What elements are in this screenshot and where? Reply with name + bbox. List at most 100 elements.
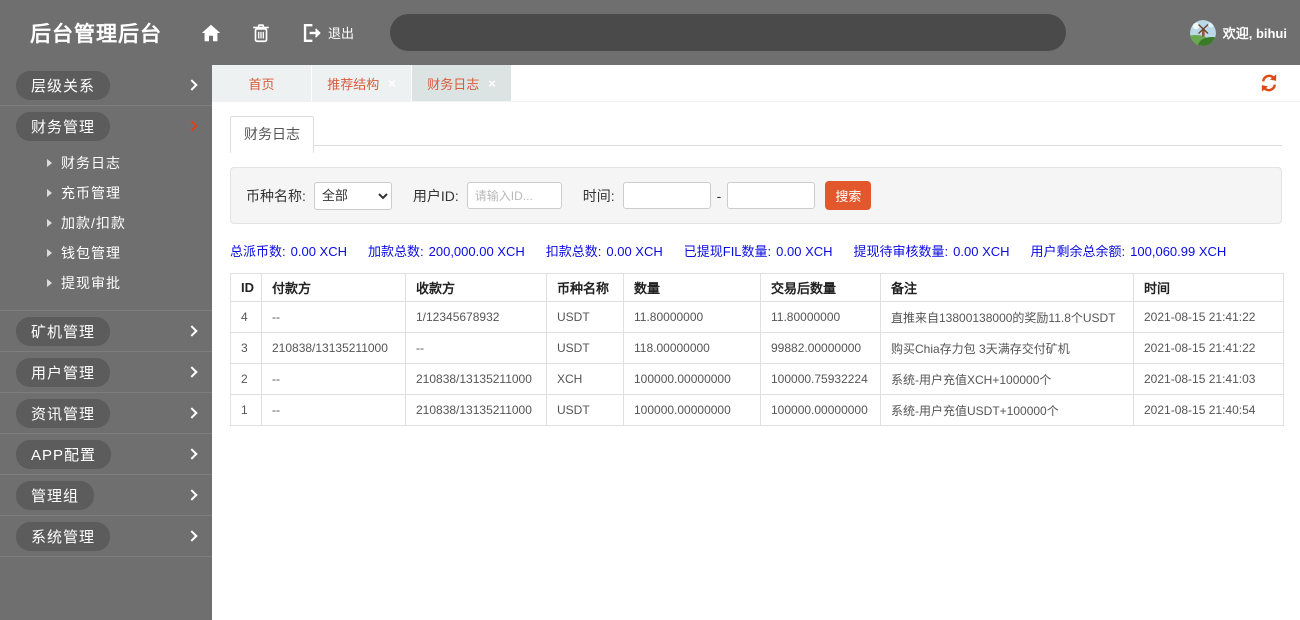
table-row: 2 -- 210838/13135211000 XCH 100000.00000000 1… xyxy=(230,363,1284,395)
column-header: 币种名称 xyxy=(546,273,624,302)
coin-select[interactable]: 全部 xyxy=(313,181,392,210)
table-header-row: ID 付款方 收款方 币种名称 数量 交易后数量 备注 时间 xyxy=(230,273,1284,302)
summary-value: 200,000.00 XCH xyxy=(428,244,525,259)
table-cell: 100000.00000000 xyxy=(623,394,761,426)
logout-label: 退出 xyxy=(328,26,355,41)
table-cell: 3 xyxy=(230,332,262,364)
sidebar-section-news: 资讯管理 xyxy=(0,393,212,434)
inner-tab-bar: 财务日志 xyxy=(230,115,1282,153)
table-cell: 118.00000000 xyxy=(623,332,761,364)
sidebar-item-label: 用户管理 xyxy=(16,357,111,387)
user-id-label: 用户ID: xyxy=(412,187,459,204)
close-tab-icon[interactable]: × xyxy=(388,77,396,90)
refresh-icon[interactable] xyxy=(1259,73,1279,93)
table-cell: 11.80000000 xyxy=(760,301,881,333)
table-cell: 2021-08-15 21:41:22 xyxy=(1133,332,1284,364)
sidebar-subitem-withdraw-approve[interactable]: 提现审批 xyxy=(0,268,212,298)
main-area: 首页 推荐结构 × 财务日志 × 财务日志 币种名称: 全部 用户ID: 请输入… xyxy=(212,65,1300,620)
tab-home[interactable]: 首页 xyxy=(212,65,311,101)
chevron-right-icon xyxy=(186,407,198,419)
summary-stat: 扣款总数: 0.00 XCH xyxy=(546,241,663,260)
sidebar-item-system[interactable]: 系统管理 xyxy=(0,516,212,556)
sidebar-section-finance: 财务管理财务日志充币管理加款/扣款钱包管理 提现审批 xyxy=(0,106,212,311)
sidebar: 层级关系财务管理财务日志充币管理加款/扣款钱包管理 提现审批矿机管理用户管理资讯管… xyxy=(0,65,212,620)
sidebar-item-app-config[interactable]: APP配置 xyxy=(0,434,212,474)
chevron-right-icon xyxy=(186,448,198,460)
column-header: 收款方 xyxy=(405,273,547,302)
summary-stat: 总派币数: 0.00 XCH xyxy=(230,241,347,260)
column-header: 交易后数量 xyxy=(760,273,881,302)
logout-button[interactable]: 退出 xyxy=(300,22,354,44)
table-cell: USDT xyxy=(546,301,624,333)
tab-label: 首页 xyxy=(248,76,275,92)
table-row: 3 210838/13135211000 -- USDT 118.00000000 998… xyxy=(230,332,1284,364)
column-header: 数量 xyxy=(623,273,761,302)
summary-value: 0.00 XCH xyxy=(290,244,347,259)
sidebar-item-user[interactable]: 用户管理 xyxy=(0,352,212,392)
sidebar-item-label: 系统管理 xyxy=(16,521,111,551)
topbar-search-input[interactable] xyxy=(390,14,1067,51)
table-cell: 100000.00000000 xyxy=(760,394,881,426)
table-cell: 210838/13135211000 xyxy=(405,394,547,426)
sidebar-subitem-deposit-coin[interactable]: 充币管理 xyxy=(0,178,212,208)
coin-name-label: 币种名称: xyxy=(246,187,306,204)
sidebar-subitem-label: 加款/扣款 xyxy=(61,215,126,231)
table-cell: XCH xyxy=(546,363,624,395)
sidebar-subitem-label: 充币管理 xyxy=(61,185,121,201)
summary-label: 提现待审核数量: xyxy=(853,244,949,259)
chevron-right-icon xyxy=(186,120,198,132)
column-header: 时间 xyxy=(1133,273,1284,302)
trash-icon[interactable] xyxy=(250,22,272,44)
sidebar-subitem-wallet[interactable]: 钱包管理 xyxy=(0,238,212,268)
tab-finance-log[interactable]: 财务日志 × xyxy=(412,65,511,101)
sidebar-section-app-config: APP配置 xyxy=(0,434,212,475)
app-title: 后台管理后台 xyxy=(30,22,162,46)
summary-label: 用户剩余总余额: xyxy=(1030,244,1126,259)
chevron-right-icon xyxy=(186,366,198,378)
column-header: 付款方 xyxy=(261,273,406,302)
summary-value: 0.00 XCH xyxy=(776,244,833,259)
caret-right-icon xyxy=(47,249,52,257)
time-label: 时间: xyxy=(582,187,615,204)
close-tab-icon[interactable]: × xyxy=(488,77,496,90)
sidebar-item-news[interactable]: 资讯管理 xyxy=(0,393,212,433)
sidebar-item-admin-group[interactable]: 管理组 xyxy=(0,475,212,515)
time-end-input[interactable] xyxy=(727,182,816,209)
inner-tab-finance-log[interactable]: 财务日志 xyxy=(230,116,314,153)
welcome-text: 欢迎, bihui xyxy=(1222,26,1287,41)
logout-icon xyxy=(300,22,322,44)
table-cell: 直推来自13800138000的奖励11.8个USDT xyxy=(880,301,1134,333)
avatar[interactable] xyxy=(1189,19,1216,46)
table-cell: 2021-08-15 21:41:03 xyxy=(1133,363,1284,395)
tab-label: 财务日志 xyxy=(427,76,480,92)
sidebar-item-label: 管理组 xyxy=(16,480,95,510)
filter-bar: 币种名称: 全部 用户ID: 时间: - 搜索 xyxy=(230,167,1282,224)
sidebar-section-hierarchy: 层级关系 xyxy=(0,65,212,106)
time-range-dash: - xyxy=(716,187,722,204)
tabs: 首页 推荐结构 × 财务日志 × xyxy=(212,65,512,101)
sidebar-item-finance[interactable]: 财务管理 xyxy=(0,106,212,146)
caret-right-icon xyxy=(47,159,52,167)
tab-referral-structure[interactable]: 推荐结构 × xyxy=(312,65,411,101)
table-row: 1 -- 210838/13135211000 USDT 100000.00000000… xyxy=(230,394,1284,426)
time-start-input[interactable] xyxy=(622,182,711,209)
user-id-input[interactable] xyxy=(466,182,562,209)
sidebar-item-label: 财务管理 xyxy=(16,111,111,141)
summary-label: 加款总数: xyxy=(368,244,424,259)
column-header: ID xyxy=(230,273,262,302)
sidebar-item-label: 层级关系 xyxy=(16,70,111,100)
sidebar-subitem-finance-log[interactable]: 财务日志 xyxy=(0,148,212,178)
home-icon[interactable] xyxy=(200,22,222,44)
sidebar-item-hierarchy[interactable]: 层级关系 xyxy=(0,65,212,105)
summary-value: 0.00 XCH xyxy=(606,244,663,259)
sidebar-item-miner[interactable]: 矿机管理 xyxy=(0,311,212,351)
sidebar-subitem-add-deduct[interactable]: 加款/扣款 xyxy=(0,208,212,238)
summary-stat: 提现待审核数量: 0.00 XCH xyxy=(854,241,1010,260)
sidebar-item-label: 矿机管理 xyxy=(16,316,111,346)
summary-label: 扣款总数: xyxy=(545,244,602,259)
caret-right-icon xyxy=(47,189,52,197)
tab-strip: 首页 推荐结构 × 财务日志 × xyxy=(212,65,1300,102)
finance-log-table: ID 付款方 收款方 币种名称 数量 交易后数量 备注 时间 4 -- 1/12345678932… xyxy=(230,273,1284,426)
search-button[interactable]: 搜索 xyxy=(825,181,872,210)
chevron-right-icon xyxy=(186,79,198,91)
